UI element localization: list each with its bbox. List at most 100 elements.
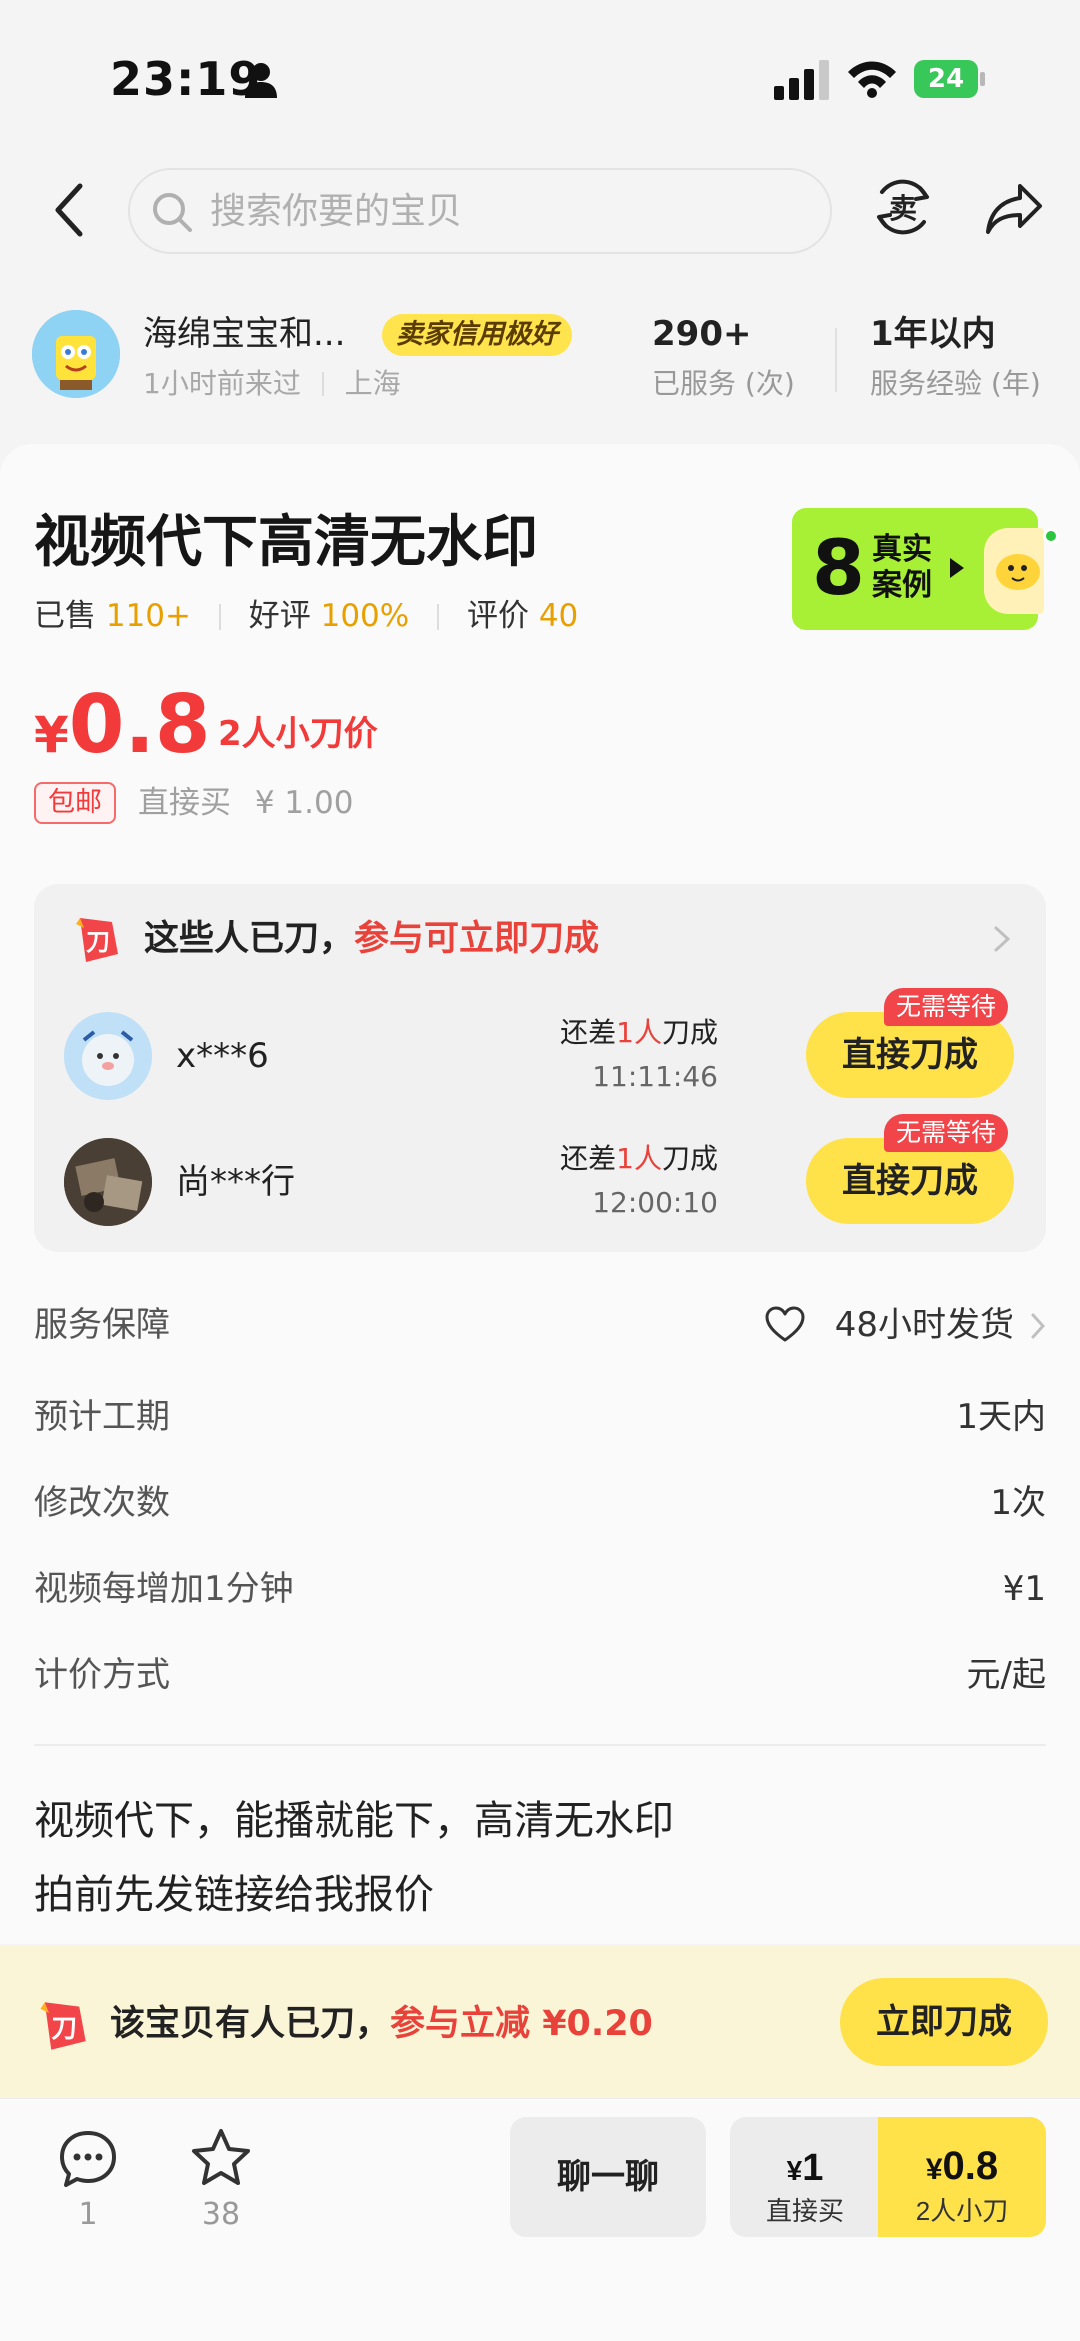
- remaining-needed: 还差1人刀成: [518, 1140, 718, 1178]
- sales-stats: 已售 110+ 好评 100% 评价 40: [34, 596, 578, 636]
- divider: [34, 1744, 1046, 1746]
- share-icon[interactable]: [984, 182, 1044, 236]
- chevron-right-icon[interactable]: [1030, 1312, 1046, 1340]
- need-suffix: 刀成: [661, 1142, 718, 1175]
- need-count: 1人: [616, 1142, 662, 1175]
- rating-value: 100%: [320, 598, 410, 634]
- bargain-promo-bar: 刀 该宝贝有人已刀，参与立减 ¥0.20 立即刀成: [0, 1946, 1080, 2098]
- rating-label: 好评: [248, 598, 311, 634]
- case-label: 真实案例: [872, 532, 932, 603]
- revision-count-label: 修改次数: [34, 1483, 170, 1523]
- divider: [321, 372, 324, 396]
- divider: [437, 604, 440, 630]
- extra-minute-value: ¥1: [1002, 1569, 1046, 1609]
- bargain-price: ¥0.8: [878, 2142, 1046, 2194]
- comment-icon[interactable]: [58, 2129, 118, 2189]
- status-bar: 23:19 24: [0, 0, 1080, 150]
- free-shipping-badge: 包邮: [34, 782, 116, 824]
- mascot-image: [984, 528, 1044, 614]
- bargain-group-card: 刀 这些人已刀，参与可立即刀成 x***6 还差1人刀成 11:11:46 直接…: [34, 884, 1046, 1252]
- battery-tip: [980, 72, 985, 86]
- back-arrow-icon[interactable]: [50, 180, 90, 240]
- case-count: 8: [812, 523, 865, 612]
- search-input[interactable]: 搜索你要的宝贝: [128, 168, 832, 254]
- bargain-text: 该宝贝有人已刀，: [110, 2004, 391, 2044]
- person-icon: [245, 63, 277, 98]
- knife-tag-icon: 刀: [40, 2002, 86, 2050]
- photo-avatar-image: [64, 1138, 152, 1226]
- description-line: 视频代下，能播就能下，高清无水印: [34, 1798, 674, 1844]
- user-name: x***6: [176, 1036, 269, 1076]
- experience-value: 1年以内: [870, 314, 996, 354]
- divider: [218, 604, 221, 630]
- divider: [835, 328, 837, 392]
- direct-price-amount: 1: [802, 2146, 824, 2189]
- seal-avatar-image: [64, 1012, 152, 1100]
- extra-minute-label: 视频每增加1分钟: [34, 1569, 294, 1609]
- chevron-right-icon[interactable]: [992, 924, 1012, 954]
- currency-symbol: ¥: [786, 2154, 803, 2186]
- estimated-duration-label: 预计工期: [34, 1397, 170, 1437]
- remaining-needed: 还差1人刀成: [518, 1014, 718, 1052]
- pricing-method-label: 计价方式: [34, 1655, 170, 1695]
- heart-icon: [765, 1306, 805, 1342]
- user-name: 尚***行: [176, 1162, 295, 1202]
- buy-direct-button[interactable]: ¥1 直接买: [730, 2117, 880, 2237]
- group-title-highlight: 参与可立即刀成: [354, 919, 600, 959]
- buy-bargain-button[interactable]: ¥0.8 2人小刀: [878, 2117, 1046, 2237]
- served-count: 290+: [652, 314, 752, 354]
- seller-avatar[interactable]: [32, 310, 120, 398]
- bargain-price: ¥0.8: [34, 680, 211, 792]
- cut-now-button[interactable]: 立即刀成: [840, 1978, 1048, 2066]
- countdown-timer: 12:00:10: [592, 1186, 718, 1219]
- direct-buy-value: ¥ 1.00: [254, 785, 354, 821]
- seller-name[interactable]: 海绵宝宝和...: [143, 312, 345, 356]
- battery-level: 24: [914, 60, 978, 98]
- mascot-icon: [996, 554, 1040, 590]
- bargain-promo-text: 该宝贝有人已刀，参与立减 ¥0.20: [110, 1998, 653, 2050]
- play-icon: [950, 558, 964, 578]
- sold-value: 110+: [105, 598, 192, 634]
- no-wait-badge: 无需等待: [884, 1114, 1009, 1152]
- user-avatar[interactable]: [64, 1138, 152, 1226]
- need-prefix: 还差: [560, 1016, 617, 1049]
- chat-button[interactable]: 聊一聊: [510, 2117, 706, 2237]
- service-guarantee-label[interactable]: 服务保障: [34, 1302, 170, 1348]
- star-icon[interactable]: [190, 2127, 252, 2189]
- reviews-label[interactable]: 评价: [467, 598, 529, 634]
- search-placeholder: 搜索你要的宝贝: [210, 191, 463, 232]
- served-label: 已服务 (次): [652, 367, 795, 400]
- real-cases-button[interactable]: 8 真实案例: [792, 508, 1044, 630]
- user-avatar[interactable]: [64, 1012, 152, 1100]
- direct-buy-label: 直接买: [765, 2195, 844, 2226]
- reviews-value[interactable]: 40: [539, 598, 578, 634]
- comment-count: 1: [78, 2197, 98, 2232]
- experience-label: 服务经验 (年): [870, 367, 1041, 400]
- group-title-text: 这些人已刀，: [144, 919, 355, 959]
- pricing-method-value: 元/起: [966, 1655, 1046, 1695]
- direct-buy-label: 直接买: [138, 785, 231, 821]
- product-page: 23:19 24 搜索你要的宝贝 卖 海绵宝宝和... 卖家信用极好 1小时前来…: [0, 0, 1080, 2341]
- need-prefix: 还差: [560, 1142, 617, 1175]
- product-title: 视频代下高清无水印: [34, 510, 538, 575]
- service-guarantee-value[interactable]: 48小时发货: [835, 1302, 1014, 1348]
- sell-icon-label: 卖: [889, 192, 917, 225]
- knife-char: 刀: [51, 2014, 77, 2044]
- cellular-signal-icon: [774, 60, 829, 100]
- spongebob-avatar-image: [32, 310, 120, 398]
- estimated-duration-value: 1天内: [956, 1397, 1046, 1437]
- sell-icon[interactable]: 卖: [872, 170, 934, 244]
- countdown-timer: 11:11:46: [592, 1060, 718, 1093]
- credit-badge: 卖家信用极好: [382, 314, 572, 356]
- seller-activity: 1小时前来过 上海: [143, 366, 401, 402]
- no-wait-badge: 无需等待: [884, 988, 1009, 1026]
- price-amount: 0.8: [68, 678, 211, 771]
- sold-label: 已售: [34, 598, 96, 634]
- battery-indicator: 24: [914, 60, 986, 98]
- price-label: 2人小刀价: [218, 714, 378, 754]
- status-time: 23:19: [110, 52, 262, 106]
- currency-symbol: ¥: [925, 2153, 943, 2186]
- need-suffix: 刀成: [661, 1016, 718, 1049]
- group-title[interactable]: 这些人已刀，参与可立即刀成: [144, 916, 599, 962]
- knife-tag-icon: 刀: [76, 918, 118, 962]
